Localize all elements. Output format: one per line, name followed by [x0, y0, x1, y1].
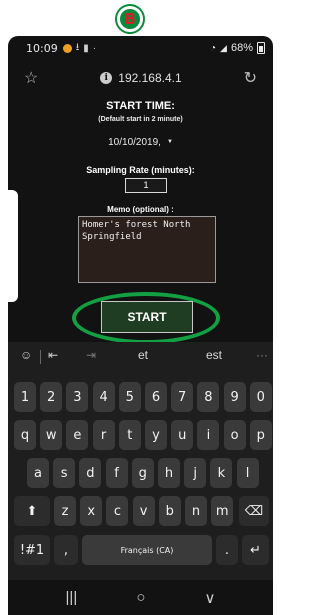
key-v[interactable]: v — [132, 496, 155, 526]
start-time-note: (Default start in 2 minute) — [98, 116, 183, 123]
key-r[interactable]: r — [92, 420, 115, 450]
system-nav-bar: ||| ○ ∨ — [8, 580, 273, 615]
keyboard-toolbar: ☺ ⇤ ⇥ et est ··· — [8, 342, 273, 370]
status-time: 10:09 — [26, 41, 58, 55]
more-notifications-icon: · — [92, 42, 97, 54]
cursor-right-icon[interactable]: ⇥ — [86, 348, 96, 362]
sampling-rate-input[interactable]: 1 — [125, 178, 167, 193]
dropdown-caret-icon[interactable]: ▼ — [167, 139, 173, 145]
enter-key[interactable]: ↵ — [242, 535, 269, 565]
emoji-icon[interactable]: ☺ — [20, 348, 32, 362]
battery-icon — [257, 42, 265, 54]
key-p[interactable]: p — [249, 420, 272, 450]
key-x[interactable]: x — [80, 496, 103, 526]
browser-url-bar: ☆ i 192.168.4.1 ↻ — [8, 60, 273, 96]
wifi-icon: ◔ — [210, 42, 217, 54]
start-button[interactable]: START — [101, 301, 193, 333]
key-e[interactable]: e — [66, 420, 89, 450]
key-5[interactable]: 5 — [118, 382, 141, 412]
key-t[interactable]: t — [118, 420, 141, 450]
site-info-icon[interactable]: i — [100, 72, 113, 84]
home-icon[interactable]: ○ — [136, 589, 145, 606]
backspace-key[interactable]: ⌫ — [239, 496, 269, 526]
notification-icon — [62, 43, 72, 53]
onscreen-keyboard: ☺ ⇤ ⇥ et est ··· 1234567890 qwertyuiop asd… — [8, 342, 273, 580]
battery-percent: 68% — [230, 42, 253, 54]
key-0[interactable]: 0 — [249, 382, 272, 412]
key-q[interactable]: q — [14, 420, 36, 450]
recent-apps-icon[interactable]: ||| — [66, 589, 78, 606]
download-icon: ⭳ — [75, 41, 80, 53]
key-s[interactable]: s — [53, 458, 76, 488]
suggestion-2[interactable]: est — [206, 348, 222, 362]
key-c[interactable]: c — [106, 496, 129, 526]
key-u[interactable]: u — [171, 420, 194, 450]
key-a[interactable]: a — [27, 458, 49, 488]
key-l[interactable]: l — [236, 458, 259, 488]
reload-icon[interactable]: ↻ — [244, 68, 257, 88]
memo-label: Memo (optional) : — [107, 205, 174, 214]
file-icon: ▮ — [83, 42, 89, 54]
key-k[interactable]: k — [210, 458, 233, 488]
key-9[interactable]: 9 — [223, 382, 246, 412]
key-o[interactable]: o — [223, 420, 246, 450]
key-g[interactable]: g — [131, 458, 154, 488]
comma-key[interactable]: , — [54, 535, 78, 565]
sampling-rate-label: Sampling Rate (minutes): — [86, 165, 195, 175]
signal-icon: ◢ — [220, 42, 227, 53]
date-select[interactable]: 10/10/2019, ▼ — [8, 137, 273, 148]
shift-key[interactable]: ⬆ — [14, 496, 50, 526]
key-1[interactable]: 1 — [14, 382, 36, 412]
key-n[interactable]: n — [185, 496, 207, 526]
date-value[interactable]: 10/10/2019, — [108, 137, 161, 148]
symbols-key[interactable]: !#1 — [14, 535, 50, 565]
toolbar-divider — [40, 350, 41, 364]
key-f[interactable]: f — [105, 458, 128, 488]
key-7[interactable]: 7 — [171, 382, 194, 412]
url-display[interactable]: i 192.168.4.1 — [100, 71, 182, 85]
period-key[interactable]: . — [216, 535, 238, 565]
key-8[interactable]: 8 — [197, 382, 220, 412]
bookmark-star-icon[interactable]: ☆ — [24, 68, 38, 88]
phone-screen: 10:09 ⭳ ▮ · ◔ ◢ 68% ☆ i 192.168.4.1 ↻ ST… — [8, 36, 273, 615]
memo-textarea[interactable]: Homer's forest North Springfield — [78, 216, 216, 283]
key-b[interactable]: b — [158, 496, 181, 526]
key-2[interactable]: 2 — [40, 382, 63, 412]
back-icon[interactable]: ∨ — [204, 589, 215, 607]
cursor-left-icon[interactable]: ⇤ — [48, 348, 58, 362]
key-w[interactable]: w — [40, 420, 63, 450]
key-3[interactable]: 3 — [66, 382, 89, 412]
key-j[interactable]: j — [184, 458, 207, 488]
key-4[interactable]: 4 — [92, 382, 115, 412]
key-d[interactable]: d — [79, 458, 102, 488]
key-i[interactable]: i — [197, 420, 220, 450]
status-bar: 10:09 ⭳ ▮ · ◔ ◢ 68% — [8, 36, 273, 60]
key-h[interactable]: h — [158, 458, 180, 488]
key-y[interactable]: y — [145, 420, 167, 450]
space-key[interactable]: Français (CA) — [82, 535, 212, 565]
key-6[interactable]: 6 — [145, 382, 167, 412]
key-m[interactable]: m — [211, 496, 234, 526]
annotation-marker-b: B — [117, 6, 143, 32]
suggestion-1[interactable]: et — [138, 348, 148, 362]
key-z[interactable]: z — [54, 496, 76, 526]
more-suggestions-icon[interactable]: ··· — [256, 348, 268, 362]
start-time-title: START TIME: — [106, 100, 175, 112]
url-text[interactable]: 192.168.4.1 — [118, 71, 181, 85]
